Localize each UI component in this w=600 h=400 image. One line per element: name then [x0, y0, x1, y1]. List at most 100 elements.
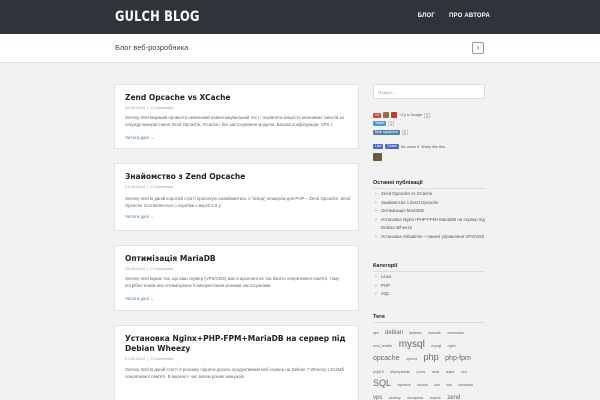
- page-subheader: Блог веб-розробника ›: [0, 34, 600, 63]
- recent-posts-list: Zend Opcache vs XCache Знайомство з Zend…: [375, 190, 487, 242]
- twitter-share-row: Tweet 0: [373, 121, 395, 126]
- tag-link[interactable]: zend: [447, 395, 460, 400]
- tag-link[interactable]: mariadb: [428, 331, 441, 335]
- vk-share-row: Мне нравится 5: [373, 130, 408, 135]
- gplus-share-row: +1 +1'у в Google 0: [373, 112, 431, 118]
- recent-post-link[interactable]: Zend Opcache vs XCache: [375, 190, 487, 199]
- tag-link[interactable]: ubuntu: [417, 383, 428, 387]
- tag-link[interactable]: php-fpm: [445, 355, 471, 362]
- tag-link[interactable]: squeeze: [397, 383, 410, 387]
- vk-like-button[interactable]: Мне нравится: [373, 130, 400, 135]
- tag-link[interactable]: wordpress: [407, 396, 423, 400]
- post-excerpt: Зеппоу Intel В даній статті я розкажу пі…: [125, 367, 345, 379]
- tag-link[interactable]: vds: [446, 383, 451, 387]
- post-meta: 28.08.2014 | 0 Comments: [125, 266, 174, 271]
- gplus-text: +1'у в Google: [399, 113, 423, 117]
- tag-link[interactable]: vps: [373, 395, 382, 400]
- post-title[interactable]: Знайомство з Zend Opcache: [125, 172, 355, 182]
- post-meta: 01.09.2014 | 0 Comments: [125, 184, 174, 189]
- tag-link[interactable]: regex: [446, 370, 455, 374]
- tag-link[interactable]: php5.5: [373, 370, 384, 374]
- fb-share-button[interactable]: Share: [385, 144, 399, 149]
- post-date: 02.09.2014: [125, 105, 146, 110]
- chevron-right-icon: ›: [476, 43, 480, 52]
- post-excerpt: Зеппоу Intel В даній короткій статті про…: [125, 196, 351, 208]
- tag-link[interactable]: mysql: [399, 339, 425, 350]
- tag-link[interactable]: virtualmin: [458, 383, 473, 387]
- tag-cloud: apt debian iptables mariadb memcache mod…: [373, 325, 488, 400]
- page-subtitle: Блог веб-розробника: [115, 43, 189, 52]
- recent-posts-title: Останні публікації: [373, 180, 423, 186]
- tag-link[interactable]: ssh: [434, 383, 439, 387]
- tag-link[interactable]: SQL: [373, 378, 391, 388]
- tag-link[interactable]: debian: [385, 330, 403, 336]
- category-link[interactable]: SQL: [375, 290, 487, 299]
- post-comments-link[interactable]: 0 Comments: [151, 356, 174, 361]
- post-meta: 02.09.2014 | 0 Comments: [125, 105, 174, 110]
- nav-link-blog[interactable]: БЛОГ: [418, 13, 435, 19]
- avatar: [391, 112, 397, 118]
- tag-link[interactable]: nginx: [448, 344, 456, 348]
- fb-avatar-row: [373, 153, 382, 161]
- tag-link[interactable]: xcache: [430, 396, 441, 400]
- recent-post-link[interactable]: Установка Nginx+PHP-FPM+MariaDB на серве…: [375, 216, 487, 233]
- nav-link-about[interactable]: ПРО АВТОРА: [449, 13, 490, 19]
- tag-link[interactable]: wheezy: [389, 396, 401, 400]
- tags-title: Теги: [373, 314, 385, 320]
- read-more-link[interactable]: Читати далі →: [125, 135, 155, 140]
- post-comments-link[interactable]: 0 Comments: [151, 184, 174, 189]
- read-more-link[interactable]: Читати далі →: [125, 296, 155, 301]
- tag-link[interactable]: memcache: [447, 331, 464, 335]
- fb-like-button[interactable]: Like: [373, 144, 384, 149]
- divider: [373, 322, 485, 323]
- tag-link[interactable]: iptables: [410, 331, 422, 335]
- search-input[interactable]: Пошук...: [373, 84, 485, 99]
- tag-link[interactable]: mod_rewrite: [373, 344, 392, 348]
- gplus-button[interactable]: +1: [373, 112, 381, 118]
- divider: [373, 188, 485, 189]
- post-excerpt: Зеппоу Intel Вирішив провести невеликий …: [125, 115, 344, 127]
- post-title[interactable]: Установка Nginx+PHP-FPM+MariaDB на серве…: [125, 334, 355, 354]
- gplus-count: 0: [424, 112, 431, 118]
- tag-link[interactable]: proxy: [417, 370, 426, 374]
- post-comments-link[interactable]: 0 Comments: [151, 266, 174, 271]
- post-card: Установка Nginx+PHP-FPM+MariaDB на серве…: [114, 325, 359, 400]
- category-link[interactable]: Linux: [375, 273, 487, 282]
- tag-link[interactable]: sed: [461, 370, 467, 374]
- read-more-link[interactable]: Читати далі →: [125, 214, 155, 219]
- avatar: [373, 153, 382, 161]
- tweet-button[interactable]: Tweet: [373, 121, 387, 126]
- recent-post-link[interactable]: Оптимізація MariaDB: [375, 207, 487, 216]
- top-navbar: GULCH BLOG БЛОГ ПРО АВТОРА: [0, 0, 600, 34]
- tag-link[interactable]: php: [424, 352, 439, 362]
- post-comments-link[interactable]: 0 Comments: [151, 105, 174, 110]
- facebook-share-row: Like Share No users it. Share like this.: [373, 144, 446, 149]
- post-date: 27.08.2014: [125, 356, 146, 361]
- post-title[interactable]: Оптимізація MariaDB: [125, 254, 355, 264]
- post-card: Знайомство з Zend Opcache 01.09.2014 | 0…: [114, 163, 359, 231]
- post-card: Оптимізація MariaDB 28.08.2014 | 0 Comme…: [114, 245, 359, 311]
- post-date: 01.09.2014: [125, 184, 146, 189]
- category-link[interactable]: PHP: [375, 282, 487, 291]
- main-nav: БЛОГ ПРО АВТОРА: [418, 13, 490, 19]
- tag-link[interactable]: opcache: [373, 355, 399, 362]
- categories-title: Категорії: [373, 263, 398, 269]
- recent-post-link[interactable]: Знайомство з Zend Opcache: [375, 199, 487, 208]
- tag-link[interactable]: openvz: [406, 357, 417, 361]
- site-logo[interactable]: GULCH BLOG: [115, 9, 200, 25]
- post-card: Zend Opcache vs XCache 02.09.2014 | 0 Co…: [114, 84, 359, 149]
- tag-link[interactable]: phpmyadmin: [390, 370, 410, 374]
- post-meta: 27.08.2014 | 0 Comments: [125, 356, 174, 361]
- tag-link[interactable]: mysqli: [431, 344, 441, 348]
- post-date: 28.08.2014: [125, 266, 146, 271]
- recent-post-link[interactable]: Установка Virtualmin – панелі управління…: [375, 233, 487, 242]
- next-arrow-button[interactable]: ›: [472, 42, 484, 54]
- tag-link[interactable]: redis: [432, 370, 440, 374]
- categories-list: Linux PHP SQL: [375, 273, 487, 299]
- avatar: [383, 112, 389, 118]
- vk-count: 5: [401, 130, 408, 135]
- post-excerpt: Зеппоу Intel Буває так, що ваш сервер (V…: [125, 276, 340, 288]
- post-title[interactable]: Zend Opcache vs XCache: [125, 93, 355, 103]
- tag-link[interactable]: apt: [373, 330, 379, 335]
- tweet-count: 0: [388, 121, 395, 126]
